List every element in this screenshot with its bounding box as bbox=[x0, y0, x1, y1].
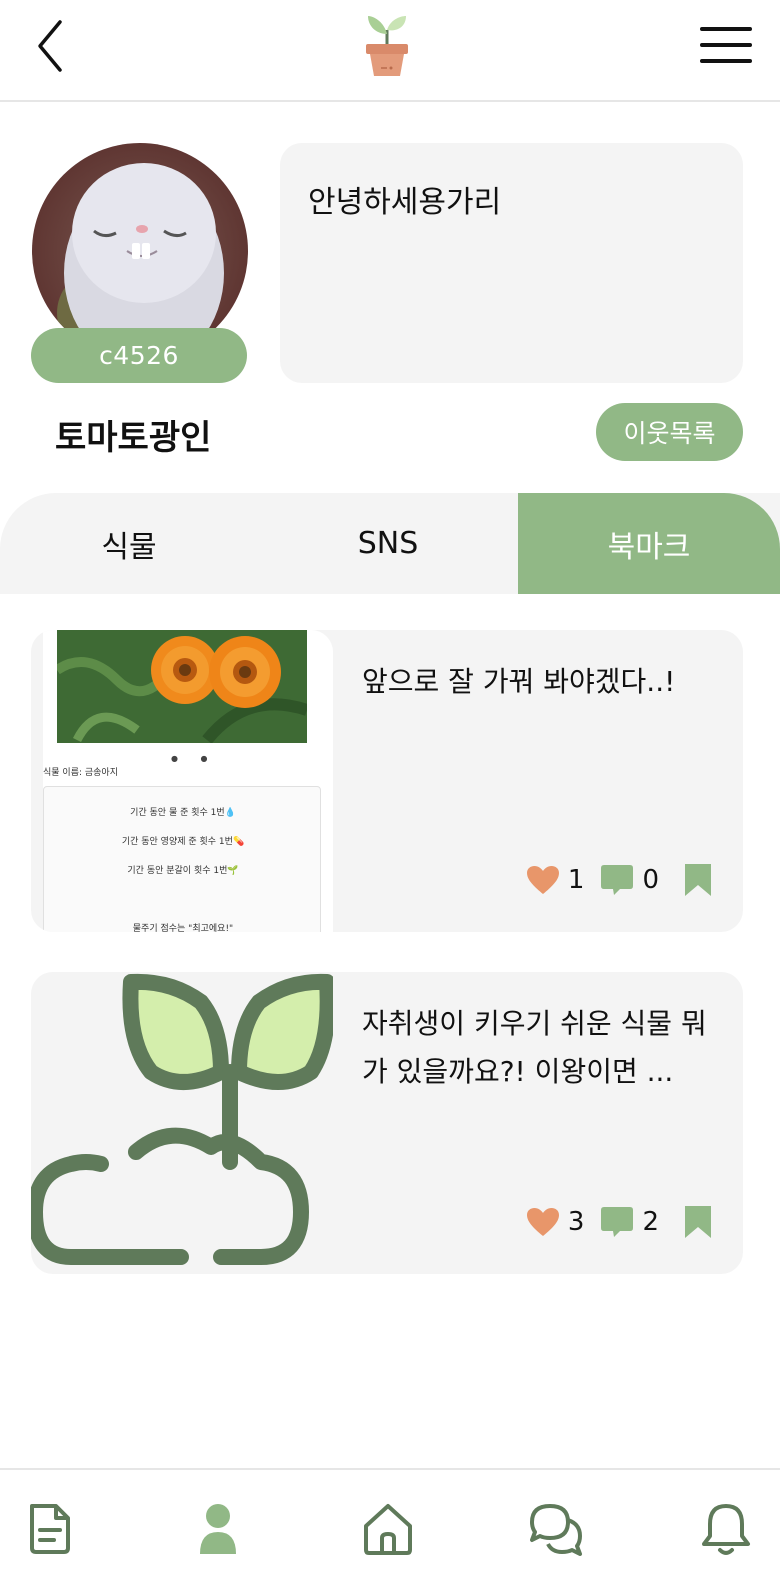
nickname: 토마토광인 bbox=[55, 418, 212, 458]
comment-count: 2 bbox=[642, 1207, 659, 1237]
heart-icon[interactable] bbox=[526, 865, 560, 895]
home-icon[interactable] bbox=[360, 1500, 416, 1556]
chat-icon[interactable] bbox=[528, 1500, 584, 1556]
sprout-placeholder-icon bbox=[31, 973, 333, 1265]
profile-icon[interactable] bbox=[190, 1500, 246, 1556]
intro-text: 안녕하세용가리 bbox=[308, 185, 502, 220]
profile-tabs: 식물 SNS 북마크 bbox=[0, 493, 780, 594]
stat-line: 기간 동안 영양제 준 횟수 1번💊 bbox=[121, 837, 245, 847]
top-bar bbox=[0, 0, 780, 102]
post-card[interactable]: 자취생이 키우기 쉬운 식물 뭐가 있을까요?! 이왕이면 ... 3 2 bbox=[31, 972, 743, 1274]
stat-footer: 물주기 점수는 "최고에요!" bbox=[132, 924, 234, 932]
stats-box: 기간 동안 물 준 횟수 1번💧 기간 동안 영양제 준 횟수 1번💊 기간 동… bbox=[43, 786, 321, 932]
avatar[interactable] bbox=[32, 143, 248, 359]
post-card[interactable]: ● ● 식물 이름: 금송아지 기간 동안 물 준 횟수 1번💧 기간 동안 영… bbox=[31, 630, 743, 932]
heart-icon[interactable] bbox=[526, 1207, 560, 1237]
chevron-left-icon[interactable] bbox=[30, 18, 70, 74]
stat-line: 기간 동안 분갈이 횟수 1번🌱 bbox=[127, 866, 239, 876]
avatar-image bbox=[32, 143, 248, 359]
carousel-dots: ● ● bbox=[171, 754, 218, 763]
bottom-nav bbox=[0, 1468, 780, 1574]
hamburger-menu-icon[interactable] bbox=[700, 26, 752, 64]
post-stats: 1 0 bbox=[526, 862, 713, 898]
comment-icon[interactable] bbox=[600, 864, 634, 896]
post-text: 앞으로 잘 가꿔 봐야겠다..! bbox=[362, 665, 676, 698]
tab-bookmark[interactable]: 북마크 bbox=[518, 493, 780, 594]
bookmark-icon[interactable] bbox=[683, 863, 713, 897]
like-count: 1 bbox=[567, 865, 585, 895]
like-count: 3 bbox=[567, 1207, 585, 1237]
comment-icon[interactable] bbox=[600, 1206, 634, 1238]
tab-sns[interactable]: SNS bbox=[258, 493, 518, 594]
bookmark-icon[interactable] bbox=[683, 1205, 713, 1239]
post-text: 자취생이 키우기 쉬운 식물 뭐가 있을까요?! 이왕이면 ... bbox=[362, 1007, 707, 1088]
document-icon[interactable] bbox=[22, 1500, 78, 1556]
post-thumbnail: ● ● 식물 이름: 금송아지 기간 동안 물 준 횟수 1번💧 기간 동안 영… bbox=[43, 630, 333, 932]
stat-line: 기간 동안 물 준 횟수 1번💧 bbox=[130, 808, 236, 818]
sprout-pot-icon[interactable] bbox=[362, 10, 412, 78]
neighbors-list-button[interactable]: 이웃목록 bbox=[596, 403, 743, 461]
tab-plants[interactable]: 식물 bbox=[0, 493, 258, 594]
plant-name-text: 식물 이름: 금송아지 bbox=[43, 768, 118, 778]
user-id-badge: c4526 bbox=[31, 328, 247, 383]
flower-photo bbox=[57, 630, 307, 743]
comment-count: 0 bbox=[642, 865, 659, 895]
post-stats: 3 2 bbox=[526, 1204, 713, 1240]
bell-icon[interactable] bbox=[698, 1500, 754, 1556]
intro-box: 안녕하세용가리 bbox=[280, 143, 743, 383]
